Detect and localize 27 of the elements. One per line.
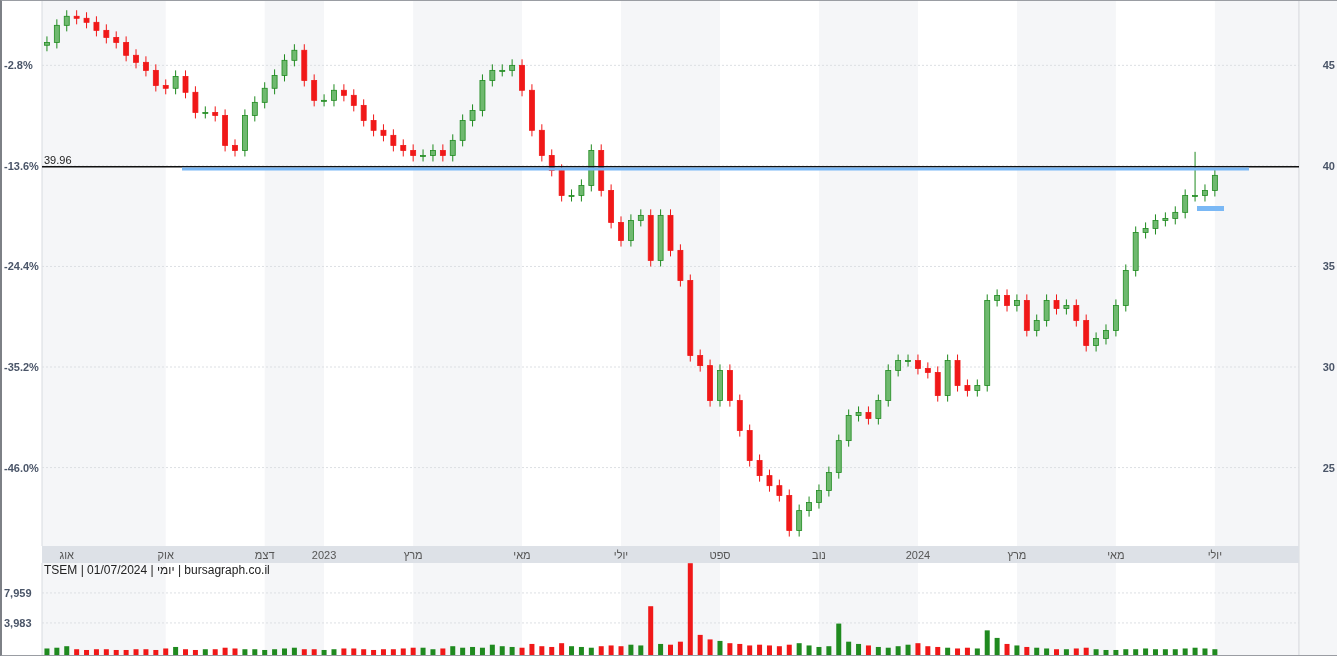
month-label: ספט [709, 549, 731, 561]
axis-label: 25 [1322, 461, 1335, 474]
axis-label: 45 [1322, 59, 1335, 72]
month-label: דצמ [254, 549, 275, 561]
axis-label: 40 [1322, 159, 1335, 172]
axis-label: 30 [1322, 361, 1335, 373]
month-label: מרץ [1007, 549, 1027, 561]
month-label: יולי [613, 549, 629, 561]
month-label: מרץ [403, 549, 423, 561]
month-label: 2024 [905, 549, 931, 561]
month-label: 2023 [311, 549, 337, 561]
axis-label: -35.2% [4, 361, 39, 374]
month-label: מאי [513, 549, 531, 561]
axis-label: 7,959 [4, 586, 32, 599]
axis-label: -13.6% [4, 159, 39, 172]
month-label: אוק [157, 549, 174, 561]
axis-label: 35 [1322, 260, 1335, 273]
month-label: נוב [812, 549, 826, 561]
month-label: מאי [1107, 549, 1125, 561]
month-label: יולי [1207, 549, 1223, 561]
axis-label: -2.8% [4, 59, 33, 72]
month-label: אוג [59, 549, 74, 561]
axis-label: 3,983 [4, 616, 32, 629]
chart-caption: TSEM | 01/07/2024 | יומי | bursagraph.co.il [44, 563, 270, 577]
axis-label: -24.4% [4, 260, 39, 273]
axis-label: -46.0% [4, 461, 39, 474]
price-line-label: 39.96 [44, 153, 72, 166]
